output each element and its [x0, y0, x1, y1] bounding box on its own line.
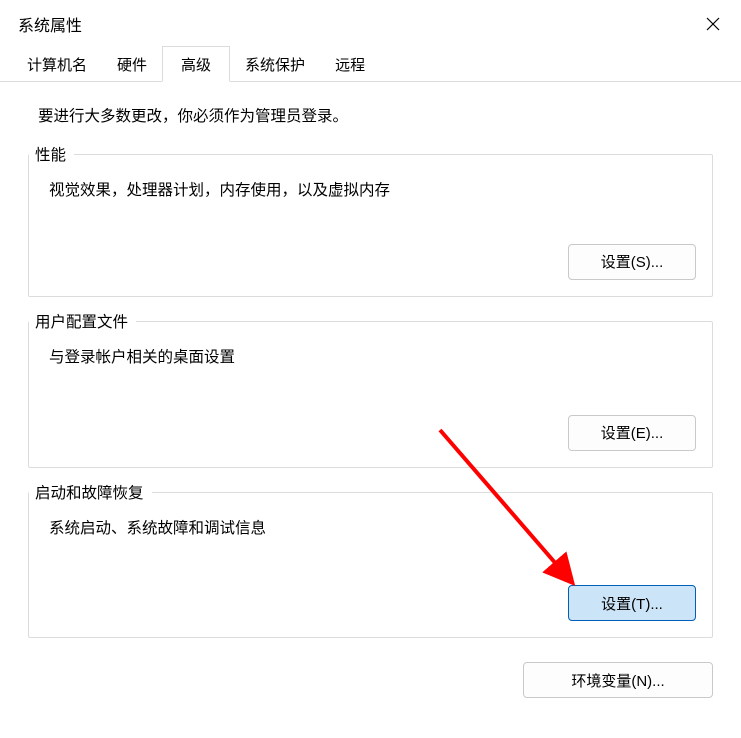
user-profile-desc: 与登录帐户相关的桌面设置: [45, 346, 696, 371]
startup-settings-button[interactable]: 设置(T)...: [568, 585, 696, 621]
tab-remote[interactable]: 远程: [320, 46, 380, 81]
tab-content: 要进行大多数更改，你必须作为管理员登录。 性能 视觉效果，处理器计划，内存使用，…: [0, 82, 741, 714]
titlebar: 系统属性: [0, 0, 741, 46]
group-performance: 性能 视觉效果，处理器计划，内存使用，以及虚拟内存 设置(S)...: [28, 154, 713, 297]
tab-computer-name[interactable]: 计算机名: [12, 46, 102, 81]
user-profile-settings-button[interactable]: 设置(E)...: [568, 415, 696, 451]
tab-advanced[interactable]: 高级: [162, 46, 230, 82]
performance-legend: 性能: [29, 143, 74, 165]
tab-strip: 计算机名 硬件 高级 系统保护 远程: [0, 46, 741, 82]
startup-desc: 系统启动、系统故障和调试信息: [45, 517, 696, 542]
env-row: 环境变量(N)...: [28, 662, 713, 698]
group-startup-recovery: 启动和故障恢复 系统启动、系统故障和调试信息 设置(T)...: [28, 492, 713, 639]
performance-settings-button[interactable]: 设置(S)...: [568, 244, 696, 280]
admin-instruction: 要进行大多数更改，你必须作为管理员登录。: [28, 104, 713, 126]
close-button[interactable]: [703, 14, 723, 34]
tab-system-protection[interactable]: 系统保护: [230, 46, 320, 81]
tab-hardware[interactable]: 硬件: [102, 46, 162, 81]
startup-legend: 启动和故障恢复: [29, 481, 152, 503]
window-title: 系统属性: [18, 12, 82, 36]
environment-variables-button[interactable]: 环境变量(N)...: [523, 662, 713, 698]
group-user-profile: 用户配置文件 与登录帐户相关的桌面设置 设置(E)...: [28, 321, 713, 468]
performance-desc: 视觉效果，处理器计划，内存使用，以及虚拟内存: [45, 179, 696, 204]
user-profile-legend: 用户配置文件: [29, 310, 136, 332]
close-icon: [706, 17, 720, 31]
